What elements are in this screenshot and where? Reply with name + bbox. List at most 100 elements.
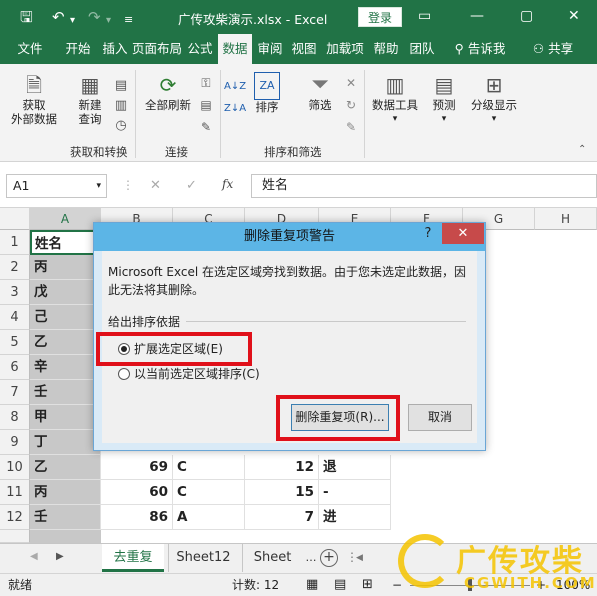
name-box[interactable]: A1 ▾	[6, 174, 107, 198]
cell-a[interactable]: 丁	[30, 430, 101, 455]
cell-a[interactable]: 戊	[30, 280, 101, 305]
cell-e12[interactable]: 进	[319, 505, 391, 530]
data-tools-button[interactable]: ▥ 数据工具 ▾	[366, 72, 424, 126]
tab-formulas[interactable]: 公式	[184, 34, 216, 64]
tab-review[interactable]: 审阅	[254, 34, 286, 64]
enter-icon[interactable]: ✓	[186, 178, 197, 193]
login-button[interactable]: 登录	[358, 7, 402, 27]
cell-c12[interactable]: A	[173, 505, 245, 530]
row-header[interactable]: 6	[0, 355, 30, 380]
cell-a[interactable]: 己	[30, 305, 101, 330]
current-selection-radio[interactable]	[118, 368, 130, 380]
close-icon[interactable]: ✕	[568, 8, 580, 24]
column-header[interactable]: H	[535, 208, 597, 230]
connection-icons[interactable]: ⚿ ▤ ✎	[196, 72, 216, 138]
row-header[interactable]: 9	[0, 430, 30, 455]
cell-a[interactable]: 壬	[30, 380, 101, 405]
advanced-filter-icons[interactable]: ✕ ↻ ✎	[340, 72, 362, 138]
minimize-icon[interactable]: —	[470, 8, 484, 24]
row-header[interactable]: 10	[0, 455, 30, 480]
sheet-tab-active[interactable]: 去重复	[102, 544, 164, 572]
collapse-ribbon-icon[interactable]: ⌃	[578, 144, 586, 155]
row-header[interactable]: 1	[0, 230, 30, 255]
cell-a[interactable]: 甲	[30, 405, 101, 430]
redo-dropdown-icon[interactable]: ▾	[106, 12, 111, 30]
undo-icon[interactable]: ↶	[52, 8, 65, 26]
customize-toolbar-icon[interactable]: ≡	[124, 11, 133, 29]
tab-addins[interactable]: 加载项	[323, 34, 367, 64]
row-header[interactable]: 8	[0, 405, 30, 430]
scroll-right-icon[interactable]: ▶	[56, 551, 64, 562]
save-icon[interactable]: 🖫	[20, 8, 33, 26]
cell-a[interactable]: 丙	[30, 480, 101, 505]
cell-a[interactable]: 辛	[30, 355, 101, 380]
query-tools-icons[interactable]: ▤ ▥ ◷	[112, 76, 130, 136]
cell-b10[interactable]: 69	[101, 455, 173, 480]
undo-dropdown-icon[interactable]: ▾	[70, 12, 75, 30]
cell-a1[interactable]: 姓名	[30, 230, 101, 255]
row-header[interactable]: 11	[0, 480, 30, 505]
sheet-tab[interactable]: Sheet12	[168, 544, 238, 572]
cancel-icon[interactable]: ✕	[150, 178, 161, 193]
column-header[interactable]: A	[30, 208, 101, 230]
scroll-left-icon[interactable]: ◀	[30, 551, 38, 562]
tab-file[interactable]: 文件	[10, 34, 50, 64]
cell-d10[interactable]: 12	[245, 455, 319, 480]
row-header[interactable]: 3	[0, 280, 30, 305]
cell-a[interactable]: 壬	[30, 505, 101, 530]
tab-data[interactable]: 数据	[218, 34, 252, 64]
cancel-button[interactable]: 取消	[408, 404, 472, 431]
sort-button[interactable]: ZA 排序	[250, 72, 284, 114]
maximize-icon[interactable]: ▢	[520, 8, 533, 24]
row-header[interactable]: 7	[0, 380, 30, 405]
cell-e10[interactable]: 退	[319, 455, 391, 480]
zoom-slider-thumb[interactable]	[468, 579, 472, 591]
tab-home[interactable]: 开始	[60, 34, 96, 64]
row-header[interactable]: 5	[0, 330, 30, 355]
formula-input[interactable]: 姓名	[251, 174, 597, 198]
filter-button[interactable]: ⏷ 筛选	[300, 72, 340, 112]
share-button[interactable]: ⚇ 共享	[528, 34, 578, 64]
zoom-in-icon[interactable]: +	[536, 574, 546, 596]
tab-view[interactable]: 视图	[288, 34, 320, 64]
tab-page-layout[interactable]: 页面布局	[132, 34, 182, 64]
tab-help[interactable]: 帮助	[370, 34, 402, 64]
cell-d12[interactable]: 7	[245, 505, 319, 530]
cell-c10[interactable]: C	[173, 455, 245, 480]
cell-e11[interactable]: -	[319, 480, 391, 505]
sort-az-icon[interactable]: A↓Z Z↓A	[224, 76, 246, 120]
normal-view-icon[interactable]: ▦	[306, 574, 318, 596]
row-header[interactable]: 2	[0, 255, 30, 280]
row-header[interactable]: 4	[0, 305, 30, 330]
cell-d11[interactable]: 15	[245, 480, 319, 505]
zoom-level[interactable]: 100%	[556, 574, 590, 596]
close-icon[interactable]: ✕	[442, 223, 484, 244]
more-sheets-icon[interactable]: …	[304, 544, 318, 572]
redo-icon[interactable]: ↷	[88, 8, 101, 26]
help-icon[interactable]: ?	[418, 223, 438, 245]
scroll-left-icon[interactable]: ◀	[356, 553, 366, 563]
refresh-all-button[interactable]: ⟳ 全部刷新	[140, 72, 196, 112]
sheet-tab[interactable]: Sheet	[242, 544, 302, 572]
page-break-view-icon[interactable]: ⊞	[362, 574, 373, 596]
current-selection-label[interactable]: 以当前选定区域排序(C)	[134, 365, 260, 382]
page-layout-view-icon[interactable]: ▤	[334, 574, 346, 596]
select-all-corner[interactable]	[0, 208, 30, 230]
insert-function-icon[interactable]: fx	[222, 177, 233, 191]
forecast-button[interactable]: ▤ 预测 ▾	[426, 72, 462, 126]
cell-c11[interactable]: C	[173, 480, 245, 505]
cell-b11[interactable]: 60	[101, 480, 173, 505]
cell-a[interactable]: 乙	[30, 455, 101, 480]
ribbon-display-icon[interactable]: ▭	[418, 8, 431, 24]
cell-a[interactable]: 乙	[30, 330, 101, 355]
tell-me[interactable]: ⚲ 告诉我	[448, 34, 512, 64]
zoom-out-icon[interactable]: −	[392, 574, 402, 596]
add-sheet-icon[interactable]: +	[320, 549, 338, 567]
new-query-button[interactable]: ▦ 新建 查询	[68, 72, 112, 126]
cell-b12[interactable]: 86	[101, 505, 173, 530]
outline-button[interactable]: ⊞ 分级显示 ▾	[466, 72, 522, 126]
tab-insert[interactable]: 插入	[98, 34, 132, 64]
get-external-data-button[interactable]: 🗎 获取 外部数据	[4, 72, 64, 126]
cell-a[interactable]: 丙	[30, 255, 101, 280]
tab-team[interactable]: 团队	[406, 34, 438, 64]
